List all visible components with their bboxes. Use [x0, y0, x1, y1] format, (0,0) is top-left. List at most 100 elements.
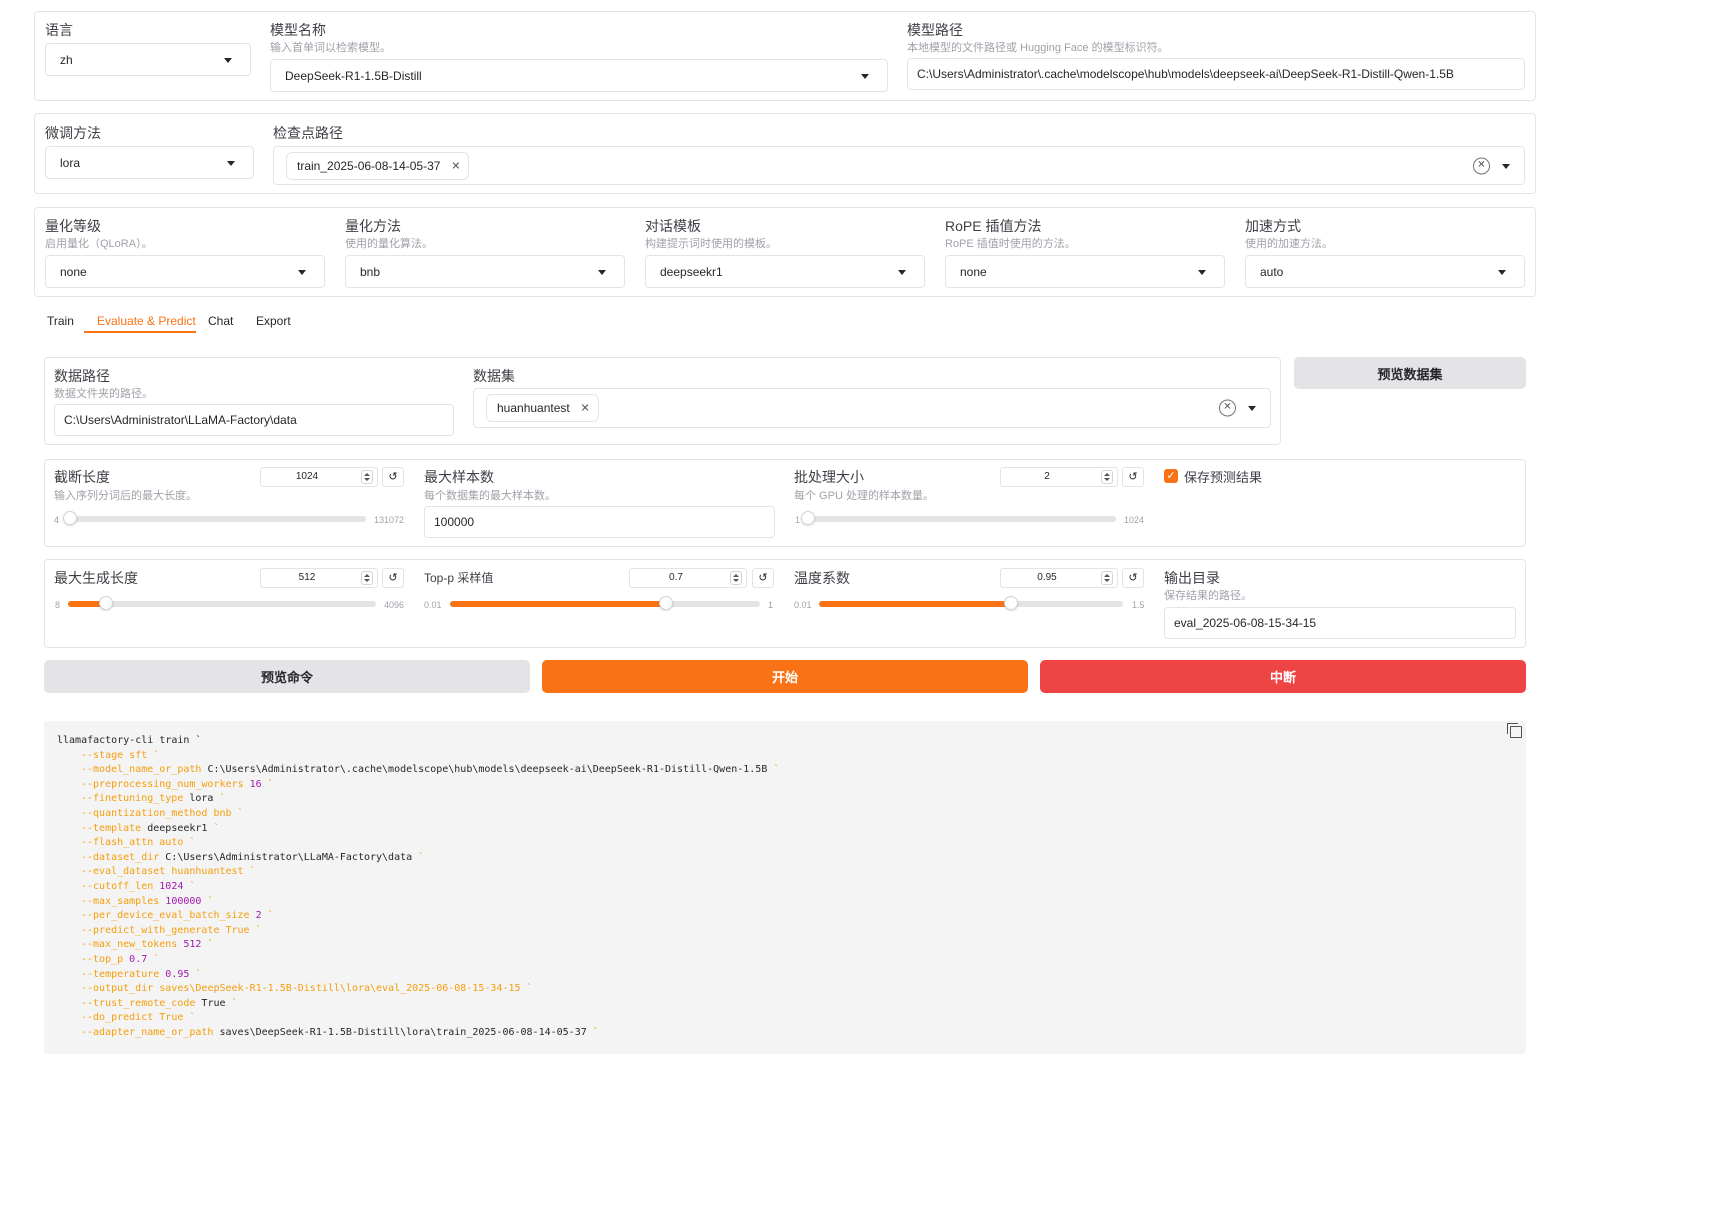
temperature-label: 温度系数 — [794, 570, 850, 586]
reset-icon[interactable]: ↺ — [1122, 568, 1144, 588]
remove-chip-icon[interactable]: ✕ — [581, 402, 590, 415]
quant-method-label: 量化方法 — [345, 218, 401, 234]
top-p-number[interactable]: 0.7 — [629, 568, 747, 588]
command-line: --cutoff_len 1024 ` — [81, 880, 196, 892]
remove-chip-icon[interactable]: ✕ — [451, 159, 460, 172]
model-name-dropdown[interactable]: DeepSeek-R1-1.5B-Distill — [270, 59, 888, 92]
reset-icon[interactable]: ↺ — [382, 568, 404, 588]
model-path-info: 本地模型的文件路径或 Hugging Face 的模型标识符。 — [907, 42, 1169, 54]
chevron-down-icon — [1198, 269, 1206, 275]
command-text: llamafactory-cli train ` --stage sft ` --m… — [57, 734, 779, 1040]
quant-method-dropdown[interactable]: bnb — [345, 255, 625, 288]
clear-icon[interactable]: ✕ — [1219, 399, 1236, 417]
language-value: zh — [60, 52, 73, 67]
command-line: --top_p 0.7 ` — [81, 953, 160, 965]
booster-dropdown[interactable]: auto — [1245, 255, 1525, 288]
command-preview: llamafactory-cli train ` --stage sft ` --m… — [44, 721, 1526, 1054]
command-line: --eval_dataset huanhuantest ` — [81, 866, 256, 878]
stepper-icon[interactable] — [1101, 571, 1113, 585]
command-line: --do_predict True ` — [81, 1012, 196, 1024]
dataset-chip[interactable]: huanhuantest ✕ — [486, 394, 599, 422]
output-dir-value: eval_2025-06-08-15-34-15 — [1174, 616, 1317, 630]
rope-value: none — [960, 264, 987, 279]
model-path-value: C:\Users\Administrator\.cache\modelscope… — [917, 67, 1454, 81]
abort-button[interactable]: 中断 — [1040, 660, 1526, 693]
predict-checkbox[interactable]: ✓ — [1164, 469, 1178, 483]
cutoff-len-min: 4 — [54, 515, 60, 525]
reset-icon[interactable]: ↺ — [752, 568, 774, 588]
batch-size-number[interactable]: 2 — [1000, 467, 1118, 487]
dataset-multiselect[interactable]: huanhuantest ✕ ✕ — [473, 388, 1271, 428]
max-new-tokens-number[interactable]: 512 — [260, 568, 378, 588]
command-line: --adapter_name_or_path saves\DeepSeek-R1… — [81, 1026, 599, 1038]
max-new-tokens-value: 512 — [298, 572, 316, 583]
language-label: 语言 — [45, 22, 73, 38]
stepper-icon[interactable] — [361, 470, 373, 484]
tab-evaluate-predict[interactable]: Evaluate & Predict — [97, 314, 196, 328]
dataset-chip-label: huanhuantest — [497, 401, 570, 415]
clear-icon[interactable]: ✕ — [1473, 157, 1490, 174]
temperature-number[interactable]: 0.95 — [1000, 568, 1118, 588]
rope-dropdown[interactable]: none — [945, 255, 1225, 288]
chevron-down-icon — [861, 73, 869, 79]
cutoff-len-slider[interactable] — [63, 511, 366, 525]
language-dropdown[interactable]: zh — [45, 43, 251, 76]
quant-method-info: 使用的量化算法。 — [345, 238, 433, 250]
booster-info: 使用的加速方法。 — [1245, 238, 1333, 250]
quant-bit-dropdown[interactable]: none — [45, 255, 325, 288]
max-new-tokens-slider[interactable] — [68, 596, 376, 610]
tab-export[interactable]: Export — [256, 314, 291, 328]
preview-command-button[interactable]: 预览命令 — [44, 660, 530, 693]
command-line: --dataset_dir C:\Users\Administrator\LLa… — [81, 851, 425, 863]
quant-method-value: bnb — [360, 264, 381, 279]
template-value: deepseekr1 — [660, 264, 723, 279]
command-line: --predict_with_generate True ` — [81, 924, 262, 936]
stepper-icon[interactable] — [730, 571, 742, 585]
stepper-icon[interactable] — [1101, 470, 1113, 484]
chevron-down-icon[interactable] — [1502, 163, 1510, 169]
checkpoint-chip-label: train_2025-06-08-14-05-37 — [297, 158, 441, 173]
template-dropdown[interactable]: deepseekr1 — [645, 255, 925, 288]
output-dir-label: 输出目录 — [1164, 570, 1220, 586]
slider-fill — [450, 601, 667, 607]
start-button[interactable]: 开始 — [542, 660, 1028, 693]
batch-size-slider[interactable] — [801, 511, 1116, 525]
command-line: --quantization_method bnb ` — [81, 807, 244, 819]
predict-label: 保存预测结果 — [1184, 470, 1263, 485]
max-new-tokens-min: 8 — [55, 600, 61, 610]
stepper-icon[interactable] — [361, 571, 373, 585]
reset-icon[interactable]: ↺ — [382, 467, 404, 487]
temperature-slider[interactable] — [819, 596, 1123, 610]
model-path-input[interactable]: C:\Users\Administrator\.cache\modelscope… — [907, 58, 1525, 90]
chevron-down-icon[interactable] — [1248, 406, 1256, 411]
top-p-slider[interactable] — [450, 596, 760, 610]
checkpoint-multiselect[interactable]: train_2025-06-08-14-05-37 ✕ ✕ — [273, 146, 1525, 185]
finetuning-dropdown[interactable]: lora — [45, 146, 254, 179]
command-line: --max_new_tokens 512 ` — [81, 939, 214, 951]
batch-size-min: 1 — [795, 515, 801, 525]
command-line: --stage sft ` — [81, 749, 160, 761]
output-dir-input[interactable]: eval_2025-06-08-15-34-15 — [1164, 607, 1516, 639]
active-tab-underline — [84, 331, 196, 333]
slider-thumb[interactable] — [98, 596, 113, 610]
rope-info: RoPE 插值时使用的方法。 — [945, 238, 1076, 250]
finetuning-value: lora — [60, 155, 81, 170]
chevron-down-icon — [898, 269, 906, 275]
reset-icon[interactable]: ↺ — [1122, 467, 1144, 487]
tab-train[interactable]: Train — [47, 314, 74, 328]
preview-dataset-button[interactable]: 预览数据集 — [1294, 357, 1526, 389]
slider-thumb[interactable] — [659, 596, 674, 610]
max-samples-value: 100000 — [434, 515, 475, 529]
slider-thumb[interactable] — [1003, 596, 1018, 610]
max-samples-input[interactable]: 100000 — [424, 506, 775, 538]
checkpoint-chip[interactable]: train_2025-06-08-14-05-37 ✕ — [286, 151, 470, 180]
cutoff-len-number[interactable]: 1024 — [260, 467, 378, 487]
batch-size-label: 批处理大小 — [794, 469, 864, 485]
copy-icon[interactable] — [1507, 723, 1522, 738]
model-name-info: 输入首单词以检索模型。 — [270, 42, 391, 54]
chevron-down-icon — [1498, 269, 1506, 275]
command-line: --preprocessing_num_workers 16 ` — [81, 778, 274, 790]
tab-chat[interactable]: Chat — [208, 314, 233, 328]
dataset-dir-input[interactable]: C:\Users\Administrator\LLaMA-Factory\dat… — [54, 404, 454, 436]
dataset-dir-value: C:\Users\Administrator\LLaMA-Factory\dat… — [64, 413, 297, 427]
